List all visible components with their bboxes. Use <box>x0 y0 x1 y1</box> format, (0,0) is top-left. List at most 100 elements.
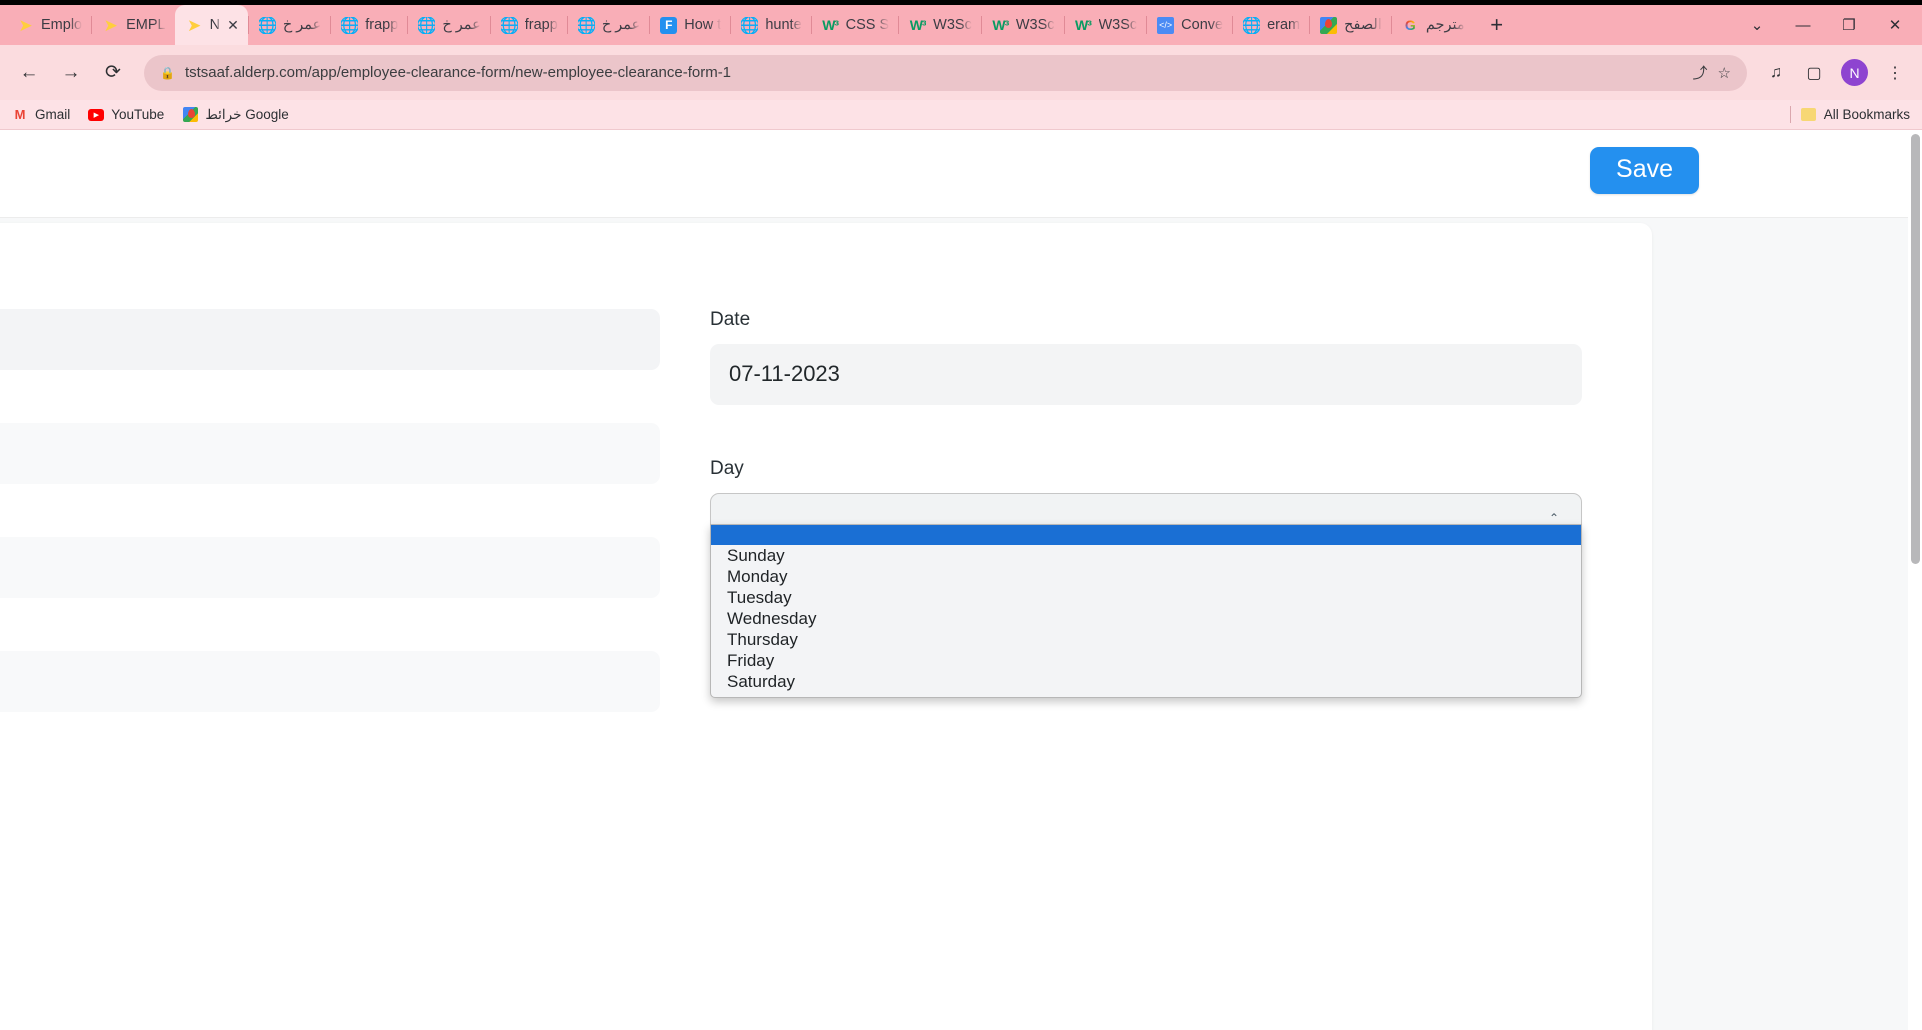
all-bookmarks-button[interactable]: All Bookmarks <box>1801 107 1910 123</box>
date-input[interactable]: 07-11-2023 <box>710 343 1582 405</box>
globe-icon: 🌐 <box>258 16 276 34</box>
page-scrollbar[interactable] <box>1908 130 1922 1030</box>
day-option[interactable]: Saturday <box>711 671 1581 692</box>
tab-title: CSS S <box>845 17 890 33</box>
page-scrollbar-thumb[interactable] <box>1911 134 1920 564</box>
frappe-f-icon: F <box>660 16 678 34</box>
tab-title: hunte <box>765 17 802 33</box>
browser-tab[interactable]: 🌐 frapp <box>489 5 567 45</box>
code-icon: </> <box>1157 16 1175 34</box>
share-icon[interactable]: ⤴ <box>1693 62 1708 83</box>
browser-tab[interactable]: 🌐 عمر خ <box>247 5 330 45</box>
tab-title: frapp <box>365 17 399 33</box>
browser-tab[interactable]: G مترجم <box>1390 5 1474 45</box>
all-bookmarks-group: All Bookmarks <box>1789 106 1910 123</box>
day-option[interactable]: Sunday <box>711 545 1581 566</box>
bookmarks-divider <box>1789 106 1791 123</box>
browser-toolbar: ← → ⟳ 🔒 tstsaaf.alderp.com/app/employee-… <box>0 45 1922 100</box>
tab-search-icon[interactable]: ⌄ <box>1734 5 1780 45</box>
day-option[interactable]: Friday <box>711 650 1581 671</box>
browser-tab[interactable]: W³ W3Sc <box>898 5 981 45</box>
browser-tab[interactable]: W³ W3Sc <box>1063 5 1147 45</box>
maximize-button[interactable]: ❐ <box>1826 5 1872 45</box>
date-input-value: 07-11-2023 <box>729 361 840 387</box>
browser-tab[interactable]: </> Conve <box>1146 5 1232 45</box>
day-option[interactable]: Tuesday <box>711 587 1581 608</box>
browser-tab[interactable]: 🌐 frapp <box>330 5 407 45</box>
skeleton-input-3[interactable] <box>0 537 660 598</box>
youtube-icon: ▶ <box>88 107 105 123</box>
maps-icon <box>1320 16 1338 34</box>
date-field: Date 07-11-2023 <box>710 309 1582 405</box>
tab-title: مترجم <box>1425 17 1465 33</box>
google-icon: G <box>1402 17 1419 34</box>
bookmark-item[interactable]: ▶ YouTube <box>88 107 164 123</box>
skeleton-input-4[interactable] <box>0 651 660 712</box>
skeleton-input-2[interactable] <box>0 423 660 484</box>
globe-icon: 🌐 <box>341 16 359 34</box>
browser-tab-active[interactable]: ➤ N ✕ <box>174 5 248 45</box>
form-column-right: Date 07-11-2023 Day ⌃ Sunday Monday Tues… <box>710 309 1582 765</box>
browser-tab[interactable]: ➤ Emplo <box>6 5 91 45</box>
reload-button[interactable]: ⟳ <box>94 54 132 92</box>
frappe-icon: ➤ <box>103 16 118 34</box>
browser-tab[interactable]: الصفح <box>1309 5 1391 45</box>
date-field-label: Date <box>710 309 751 330</box>
kebab-menu-icon[interactable]: ⋮ <box>1878 56 1912 90</box>
skeleton-input-1[interactable] <box>0 309 660 370</box>
gmail-icon: M <box>14 107 26 122</box>
tab-title: Emplo <box>41 17 83 33</box>
bookmark-label: YouTube <box>111 107 165 122</box>
page-header: Save <box>0 130 1922 218</box>
star-icon[interactable]: ☆ <box>1718 64 1731 82</box>
bookmark-item[interactable]: M Gmail <box>12 107 71 123</box>
form-card: Date 07-11-2023 Day ⌃ Sunday Monday Tues… <box>0 223 1652 1030</box>
browser-tab[interactable]: 🌐 عمر خ <box>407 5 489 45</box>
day-option[interactable]: Monday <box>711 566 1581 587</box>
tab-title: W3Sc <box>1015 17 1055 33</box>
browser-tab[interactable]: 🌐 eram <box>1232 5 1309 45</box>
browser-tab[interactable]: ➤ EMPL <box>91 5 175 45</box>
lock-icon: 🔒 <box>160 65 175 80</box>
back-button[interactable]: ← <box>10 54 48 92</box>
form-body: Date 07-11-2023 Day ⌃ Sunday Monday Tues… <box>0 218 1908 1030</box>
forward-button[interactable]: → <box>52 54 90 92</box>
w3schools-icon: W³ <box>1075 17 1091 33</box>
day-field-label: Day <box>710 457 744 479</box>
skeleton-field-2 <box>0 423 660 484</box>
bookmarks-bar: M Gmail ▶ YouTube خرائط Google All Bookmarks <box>0 100 1922 130</box>
browser-tab[interactable]: 🌐 عمر خ <box>566 5 649 45</box>
w3schools-icon: W³ <box>822 17 839 33</box>
side-panel-icon[interactable]: ▢ <box>1797 56 1831 90</box>
bookmark-label: خرائط Google <box>205 106 289 122</box>
skeleton-field-4 <box>0 651 660 712</box>
day-option[interactable] <box>711 524 1581 545</box>
day-option[interactable]: Wednesday <box>711 608 1581 629</box>
browser-tab[interactable]: 🌐 hunte <box>730 5 810 45</box>
browser-tab[interactable]: W³ W3Sc <box>980 5 1064 45</box>
close-window-button[interactable]: ✕ <box>1872 5 1918 45</box>
browser-tab[interactable]: W³ CSS S <box>810 5 899 45</box>
day-dropdown-list[interactable]: Sunday Monday Tuesday Wednesday Thursday Frid… <box>710 523 1582 698</box>
browser-tab[interactable]: F How t <box>649 5 730 45</box>
new-tab-button[interactable]: + <box>1480 8 1514 42</box>
w3schools-icon: W³ <box>992 17 1009 33</box>
bookmark-item[interactable]: خرائط Google <box>182 106 289 123</box>
tab-title: عمر خ <box>282 17 322 33</box>
address-bar[interactable]: 🔒 tstsaaf.alderp.com/app/employee-cleara… <box>144 54 1747 91</box>
media-control-icon[interactable]: ♫ <box>1759 56 1793 90</box>
globe-icon: 🌐 <box>1243 16 1261 34</box>
tab-title: How t <box>684 17 722 33</box>
address-bar-url: tstsaaf.alderp.com/app/employee-clearanc… <box>184 64 732 81</box>
all-bookmarks-label: All Bookmarks <box>1823 107 1910 122</box>
day-field: Day ⌃ ⌄ SundayMondayTuesdayWednesd <box>710 457 1582 698</box>
skeleton-field-3 <box>0 537 660 598</box>
day-option[interactable]: Thursday <box>711 629 1581 650</box>
avatar[interactable]: N <box>1841 59 1868 86</box>
window-controls: ⌄ — ❐ ✕ <box>1734 5 1922 45</box>
frappe-icon: ➤ <box>186 16 202 34</box>
save-button[interactable]: Save <box>1590 147 1699 194</box>
close-icon[interactable]: ✕ <box>227 18 239 32</box>
browser-window: ➤ Emplo ➤ EMPL ➤ N ✕ 🌐 عمر خ 🌐 frapp 🌐 عمر خ 🌐 frapp 🌐 ع… <box>0 0 1922 1030</box>
minimize-button[interactable]: — <box>1780 5 1826 45</box>
